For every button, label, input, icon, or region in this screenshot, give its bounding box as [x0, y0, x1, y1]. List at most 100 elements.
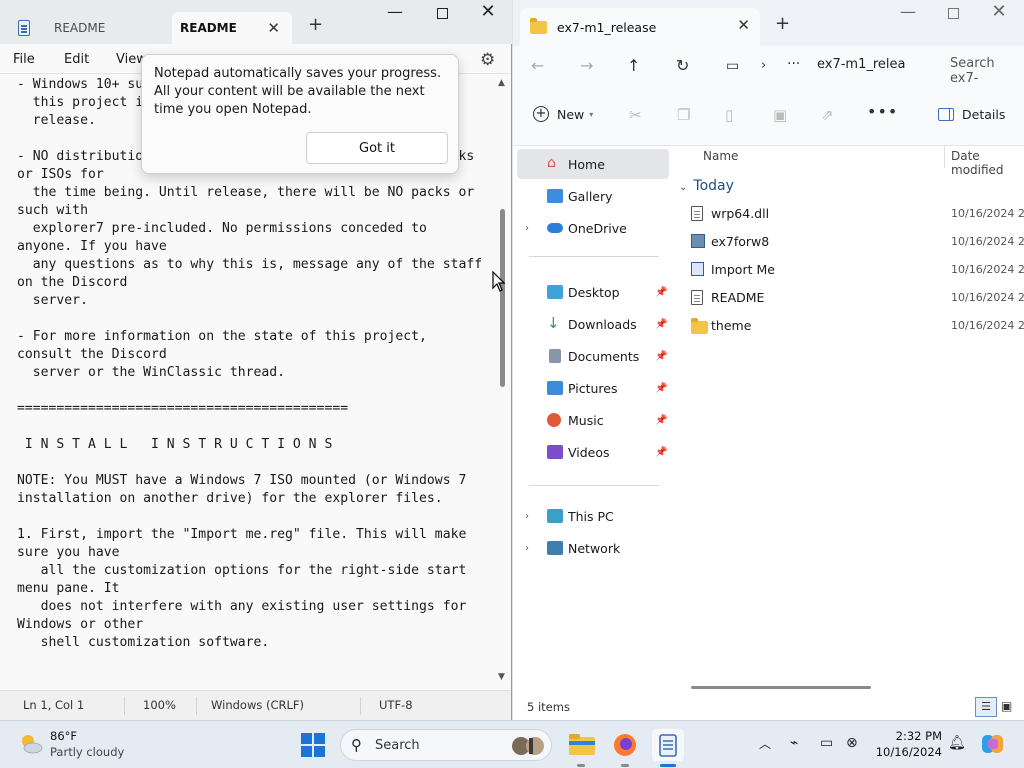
- more-options-icon[interactable]: •••: [867, 102, 898, 121]
- firefox-taskbar-icon[interactable]: [609, 729, 641, 761]
- nav-item-desktop[interactable]: Desktop 📌: [513, 277, 673, 307]
- forward-arrow-icon[interactable]: →: [580, 56, 593, 75]
- display-icon[interactable]: ▭: [820, 735, 833, 751]
- text-line[interactable]: explorer7 pre-included. No permissions c…: [17, 220, 495, 238]
- group-header-today[interactable]: ⌄ Today: [679, 178, 734, 194]
- chevron-right-icon[interactable]: ›: [525, 511, 529, 522]
- weather-temperature[interactable]: 86°F: [50, 729, 77, 743]
- nav-item-home[interactable]: ⌂ Home: [517, 149, 669, 179]
- search-input[interactable]: Search ex7-: [950, 56, 1024, 86]
- nav-item-pictures[interactable]: Pictures 📌: [513, 373, 673, 403]
- scroll-down-icon[interactable]: ▼: [498, 672, 505, 682]
- clock-time[interactable]: 2:32 PM: [880, 729, 942, 743]
- cut-icon[interactable]: ✂: [629, 106, 642, 124]
- text-line[interactable]: server or the WinClassic thread.: [17, 364, 495, 382]
- file-row[interactable]: theme 10/16/2024 2:: [675, 312, 1024, 340]
- refresh-icon[interactable]: ↻: [676, 56, 689, 75]
- volume-muted-icon[interactable]: ⊗: [846, 735, 858, 751]
- close-tab-icon[interactable]: ✕: [737, 16, 750, 34]
- windows-start-icon[interactable]: [301, 733, 325, 757]
- more-breadcrumb-icon[interactable]: ···: [787, 56, 800, 72]
- rename-icon[interactable]: ▣: [773, 106, 787, 124]
- text-line[interactable]: all the customization options for the ri…: [17, 562, 495, 580]
- column-header-date-modified[interactable]: Date modified: [951, 149, 1024, 177]
- new-tab-plus-icon[interactable]: +: [308, 14, 323, 35]
- file-row[interactable]: Import Me 10/16/2024 2:: [675, 256, 1024, 284]
- explorer-tab[interactable]: ex7-m1_release ✕: [520, 8, 760, 46]
- chevron-right-icon[interactable]: ›: [525, 543, 529, 554]
- menu-edit[interactable]: Edit: [64, 52, 89, 67]
- details-pane-button[interactable]: Details: [938, 107, 1005, 122]
- text-line[interactable]: Windows or other: [17, 616, 495, 634]
- text-line[interactable]: shell customization software.: [17, 634, 495, 652]
- file-row[interactable]: wrp64.dll 10/16/2024 2:: [675, 200, 1024, 228]
- text-line[interactable]: sure you have: [17, 544, 495, 562]
- network-disconnected-icon[interactable]: ⌁: [790, 735, 798, 751]
- text-line[interactable]: [17, 454, 495, 472]
- got-it-button[interactable]: Got it: [306, 132, 448, 164]
- details-view-icon[interactable]: ☰: [975, 697, 997, 717]
- nav-item-downloads[interactable]: ↓ Downloads 📌: [513, 309, 673, 339]
- partly-cloudy-icon[interactable]: [18, 731, 44, 757]
- monitor-icon[interactable]: ▭: [726, 58, 739, 74]
- tiles-view-icon[interactable]: ▣: [1001, 699, 1012, 713]
- text-line[interactable]: server.: [17, 292, 495, 310]
- nav-item-network[interactable]: › Network: [513, 533, 673, 563]
- minimize-icon[interactable]: —: [894, 2, 922, 21]
- text-line[interactable]: the time being. Until release, there wil…: [17, 184, 495, 202]
- text-line[interactable]: - For more information on the state of t…: [17, 328, 495, 346]
- nav-item-videos[interactable]: Videos 📌: [513, 437, 673, 467]
- text-line[interactable]: ========================================…: [17, 400, 495, 418]
- scrollbar-thumb[interactable]: [500, 209, 505, 387]
- file-row[interactable]: README 10/16/2024 2:: [675, 284, 1024, 312]
- text-line[interactable]: such with: [17, 202, 495, 220]
- file-row[interactable]: ex7forw8 10/16/2024 2:: [675, 228, 1024, 256]
- nav-item-this-pc[interactable]: › This PC: [513, 501, 673, 531]
- text-line[interactable]: NOTE: You MUST have a Windows 7 ISO moun…: [17, 472, 495, 490]
- maximize-icon[interactable]: [428, 4, 456, 23]
- horizontal-scrollbar[interactable]: [691, 686, 871, 689]
- chevron-right-icon[interactable]: ›: [525, 223, 529, 234]
- notepad-tab-readme-2[interactable]: README ✕: [172, 12, 292, 44]
- scroll-up-icon[interactable]: ▲: [498, 78, 505, 88]
- back-arrow-icon[interactable]: ←: [531, 56, 544, 75]
- text-line[interactable]: I N S T A L L I N S T R U C T I O N S: [17, 436, 495, 454]
- close-tab-icon[interactable]: ✕: [267, 19, 280, 37]
- nav-item-gallery[interactable]: Gallery: [513, 181, 673, 211]
- file-explorer-taskbar-icon[interactable]: [566, 729, 598, 761]
- text-line[interactable]: consult the Discord: [17, 346, 495, 364]
- close-window-icon[interactable]: ✕: [985, 1, 1013, 22]
- notepad-tab-readme-1[interactable]: README: [8, 12, 168, 44]
- settings-gear-icon[interactable]: ⚙: [480, 50, 495, 70]
- text-line[interactable]: anyone. If you have: [17, 238, 495, 256]
- text-line[interactable]: any questions as to why this is, message…: [17, 256, 495, 274]
- copilot-icon[interactable]: [980, 731, 1006, 757]
- maximize-icon[interactable]: [939, 4, 967, 23]
- text-line[interactable]: 1. First, import the "Import me.reg" fil…: [17, 526, 495, 544]
- text-line[interactable]: does not interfere with any existing use…: [17, 598, 495, 616]
- text-line[interactable]: menu pane. It: [17, 580, 495, 598]
- column-header-name[interactable]: Name: [703, 149, 738, 163]
- notepad-taskbar-icon[interactable]: [652, 729, 684, 761]
- new-tab-plus-icon[interactable]: +: [775, 13, 790, 34]
- text-line[interactable]: [17, 508, 495, 526]
- up-arrow-icon[interactable]: ↑: [627, 56, 640, 75]
- text-line[interactable]: [17, 310, 495, 328]
- text-line[interactable]: [17, 382, 495, 400]
- breadcrumb-current[interactable]: ex7-m1_relea: [817, 57, 906, 72]
- show-hidden-icons-chevron-up-icon[interactable]: ︿: [759, 735, 771, 752]
- clock-date[interactable]: 10/16/2024: [872, 745, 942, 759]
- text-line[interactable]: installation on another drive) for the e…: [17, 490, 495, 508]
- taskbar-search[interactable]: ⚲ Search: [340, 729, 552, 761]
- notification-bell-icon[interactable]: 🔔︎: [948, 735, 966, 751]
- text-line[interactable]: [17, 418, 495, 436]
- nav-item-onedrive[interactable]: › OneDrive: [513, 213, 673, 243]
- copy-icon[interactable]: ❐: [677, 106, 690, 124]
- paste-icon[interactable]: ▯: [725, 106, 733, 124]
- text-line[interactable]: on the Discord: [17, 274, 495, 292]
- nav-item-music[interactable]: Music 📌: [513, 405, 673, 435]
- minimize-icon[interactable]: —: [381, 2, 409, 21]
- vertical-scrollbar[interactable]: ▲ ▼: [496, 76, 510, 688]
- nav-item-documents[interactable]: Documents 📌: [513, 341, 673, 371]
- weather-description[interactable]: Partly cloudy: [50, 745, 124, 759]
